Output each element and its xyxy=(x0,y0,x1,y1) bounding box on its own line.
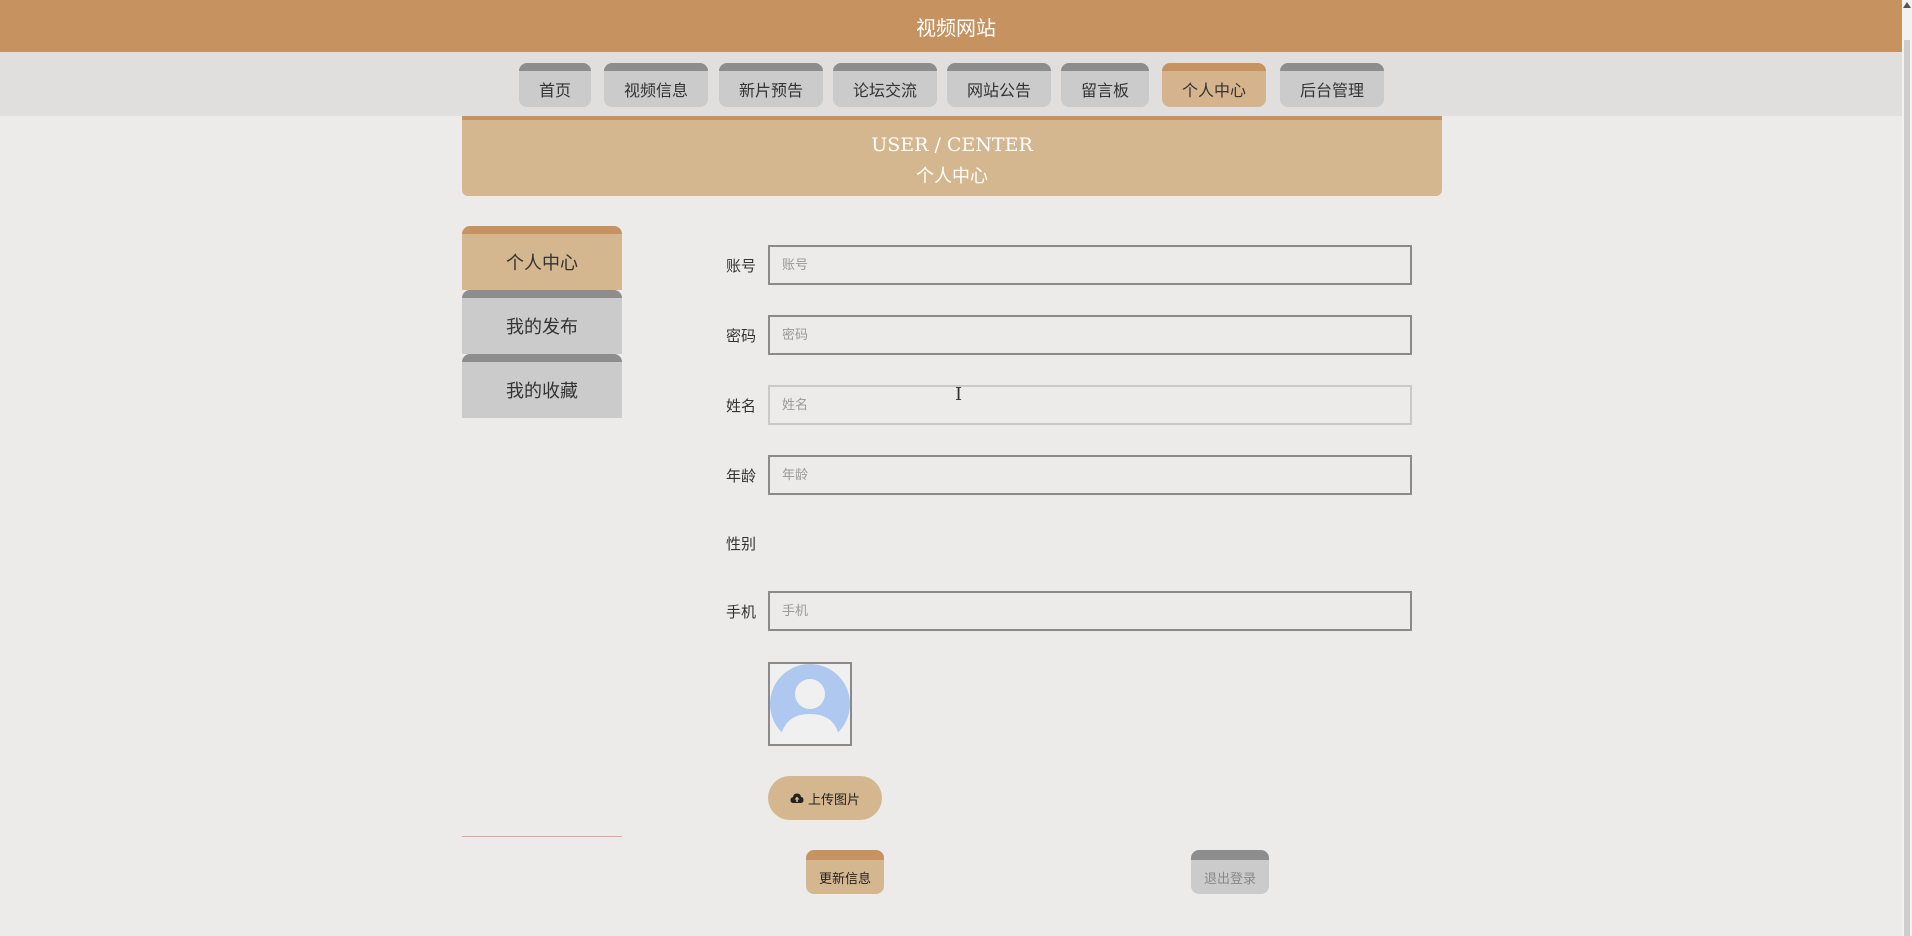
nav-item-admin[interactable]: 后台管理 xyxy=(1280,63,1384,107)
nav-item-new-trailers[interactable]: 新片预告 xyxy=(719,63,823,107)
user-avatar-icon xyxy=(770,664,850,744)
account-label: 账号 xyxy=(725,257,756,275)
sidebar-item-my-posts[interactable]: 我的发布 xyxy=(462,290,622,354)
age-input[interactable] xyxy=(768,455,1412,495)
update-info-button[interactable]: 更新信息 xyxy=(806,850,884,894)
nav-item-video-info[interactable]: 视频信息 xyxy=(604,63,708,107)
phone-label: 手机 xyxy=(725,603,756,621)
sidebar-item-user-center[interactable]: 个人中心 xyxy=(462,226,622,290)
password-label: 密码 xyxy=(725,327,756,345)
sidebar-divider xyxy=(462,836,622,837)
password-input[interactable] xyxy=(768,315,1412,355)
nav-item-forum[interactable]: 论坛交流 xyxy=(833,63,937,107)
text-cursor-icon: I xyxy=(955,384,963,405)
account-input[interactable] xyxy=(768,245,1412,285)
site-header: 视频网站 xyxy=(0,0,1912,52)
cloud-upload-icon xyxy=(790,793,804,803)
upload-image-button[interactable]: 上传图片 xyxy=(768,776,882,820)
gender-label: 性别 xyxy=(725,535,756,553)
logout-button[interactable]: 退出登录 xyxy=(1191,850,1269,894)
nav-item-message-board[interactable]: 留言板 xyxy=(1061,63,1149,107)
scrollbar-thumb[interactable] xyxy=(1904,40,1910,936)
site-title: 视频网站 xyxy=(916,15,996,40)
main-nav: 首页 视频信息 新片预告 论坛交流 网站公告 留言板 个人中心 后台管理 xyxy=(0,52,1912,116)
age-label: 年龄 xyxy=(725,467,756,485)
name-input[interactable] xyxy=(768,385,1412,425)
scroll-up-arrow-icon[interactable] xyxy=(1903,2,1911,8)
page-banner: USER / CENTER 个人中心 xyxy=(462,116,1442,196)
name-label: 姓名 xyxy=(725,397,756,415)
phone-input[interactable] xyxy=(768,591,1412,631)
nav-item-user-center[interactable]: 个人中心 xyxy=(1162,63,1266,107)
avatar xyxy=(768,662,852,746)
nav-item-home[interactable]: 首页 xyxy=(519,63,591,107)
banner-title-en: USER / CENTER xyxy=(871,134,1033,156)
sidebar-item-my-favorites[interactable]: 我的收藏 xyxy=(462,354,622,418)
upload-image-label: 上传图片 xyxy=(807,792,860,808)
nav-item-announcements[interactable]: 网站公告 xyxy=(947,63,1051,107)
banner-title-cn: 个人中心 xyxy=(916,166,988,187)
